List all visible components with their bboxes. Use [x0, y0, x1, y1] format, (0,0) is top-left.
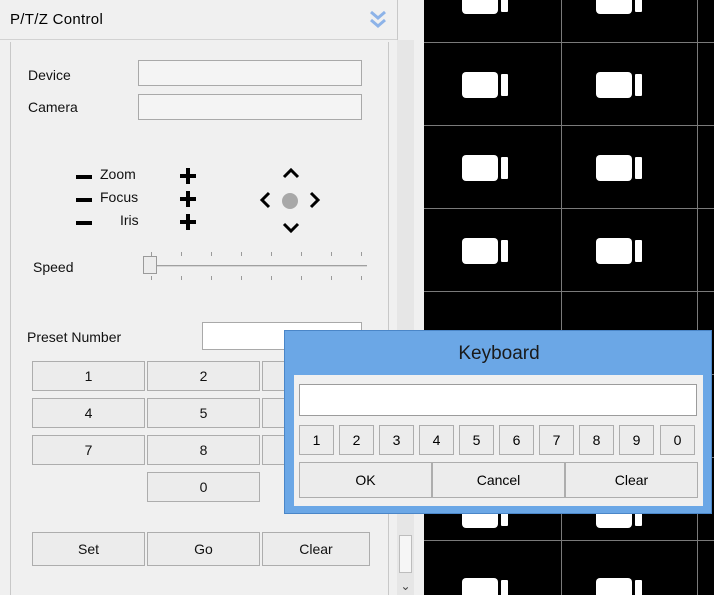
scroll-down-icon[interactable]: ⌄: [397, 576, 414, 595]
video-camera-icon: [596, 155, 642, 181]
keyboard-ok-button[interactable]: OK: [299, 462, 432, 498]
keypad-2-button[interactable]: 2: [147, 361, 260, 391]
slider-tick: [211, 252, 212, 256]
keypad-7-button[interactable]: 7: [32, 435, 145, 465]
zoom-out-button[interactable]: [76, 175, 92, 179]
pan-up-icon[interactable]: [282, 167, 300, 179]
grid-divider: [424, 125, 714, 126]
video-camera-icon: [462, 578, 508, 595]
keyboard-dialog-title: Keyboard: [458, 343, 540, 364]
keypad-8-button[interactable]: 8: [147, 435, 260, 465]
keyboard-key-5[interactable]: 5: [459, 425, 494, 455]
keyboard-key-2[interactable]: 2: [339, 425, 374, 455]
go-button[interactable]: Go: [147, 532, 260, 566]
keyboard-key-8[interactable]: 8: [579, 425, 614, 455]
slider-tick: [241, 252, 242, 256]
keyboard-dialog[interactable]: Keyboard 1 2 3 4 5 6 7 8 9 0 OK Cancel C…: [284, 330, 712, 514]
ptz-home-icon[interactable]: [280, 191, 300, 211]
slider-tick: [181, 252, 182, 256]
pan-left-icon[interactable]: [259, 191, 271, 209]
keypad-5-button[interactable]: 5: [147, 398, 260, 428]
camera-field[interactable]: [138, 94, 362, 120]
panel-title: P/T/Z Control: [10, 11, 104, 28]
pan-down-icon[interactable]: [282, 222, 300, 234]
keyboard-dialog-body: 1 2 3 4 5 6 7 8 9 0 OK Cancel Clear: [294, 375, 703, 506]
iris-open-button[interactable]: [180, 214, 196, 230]
video-camera-icon: [462, 238, 508, 264]
focus-label: Focus: [100, 189, 139, 205]
pan-right-icon[interactable]: [309, 191, 321, 209]
keyboard-key-0[interactable]: 0: [660, 425, 695, 455]
scrollbar-thumb[interactable]: [399, 535, 412, 573]
video-camera-icon: [462, 0, 508, 14]
iris-close-button[interactable]: [76, 221, 92, 225]
video-camera-icon: [596, 72, 642, 98]
iris-label: Iris: [120, 212, 139, 228]
video-camera-icon: [596, 578, 642, 595]
device-label: Device: [28, 67, 71, 83]
grid-divider: [424, 291, 714, 292]
slider-tick: [151, 276, 152, 280]
keyboard-key-3[interactable]: 3: [379, 425, 414, 455]
slider-tick: [331, 276, 332, 280]
zoom-in-button[interactable]: [180, 168, 196, 184]
slider-tick: [301, 252, 302, 256]
slider-tick: [361, 276, 362, 280]
zoom-label: Zoom: [100, 166, 136, 182]
speed-slider-track[interactable]: [157, 265, 367, 267]
video-camera-icon: [462, 155, 508, 181]
video-camera-icon: [596, 0, 642, 14]
keyboard-key-7[interactable]: 7: [539, 425, 574, 455]
slider-tick: [271, 276, 272, 280]
grid-divider: [424, 208, 714, 209]
keyboard-clear-button[interactable]: Clear: [565, 462, 698, 498]
focus-out-button[interactable]: [76, 198, 92, 202]
keyboard-key-1[interactable]: 1: [299, 425, 334, 455]
slider-tick: [301, 276, 302, 280]
keyboard-key-9[interactable]: 9: [619, 425, 654, 455]
preset-number-label: Preset Number: [27, 329, 122, 345]
keyboard-input[interactable]: [299, 384, 697, 416]
double-chevron-down-icon[interactable]: [366, 8, 390, 32]
keypad-0-button[interactable]: 0: [147, 472, 260, 502]
slider-tick: [361, 252, 362, 256]
speed-slider-thumb[interactable]: [143, 256, 157, 274]
keyboard-key-6[interactable]: 6: [499, 425, 534, 455]
slider-tick: [271, 252, 272, 256]
video-camera-icon: [462, 72, 508, 98]
grid-divider: [424, 540, 714, 541]
speed-label: Speed: [33, 259, 74, 275]
video-camera-icon: [596, 238, 642, 264]
slider-tick: [211, 276, 212, 280]
keypad-1-button[interactable]: 1: [32, 361, 145, 391]
set-button[interactable]: Set: [32, 532, 145, 566]
slider-tick: [181, 276, 182, 280]
grid-divider: [424, 42, 714, 43]
camera-label: Camera: [28, 99, 78, 115]
focus-in-button[interactable]: [180, 191, 196, 207]
slider-tick: [241, 276, 242, 280]
panel-header[interactable]: P/T/Z Control: [0, 0, 397, 40]
device-field[interactable]: [138, 60, 362, 86]
keypad-4-button[interactable]: 4: [32, 398, 145, 428]
keyboard-key-4[interactable]: 4: [419, 425, 454, 455]
keyboard-cancel-button[interactable]: Cancel: [432, 462, 565, 498]
clear-preset-button[interactable]: Clear: [262, 532, 370, 566]
slider-tick: [331, 252, 332, 256]
